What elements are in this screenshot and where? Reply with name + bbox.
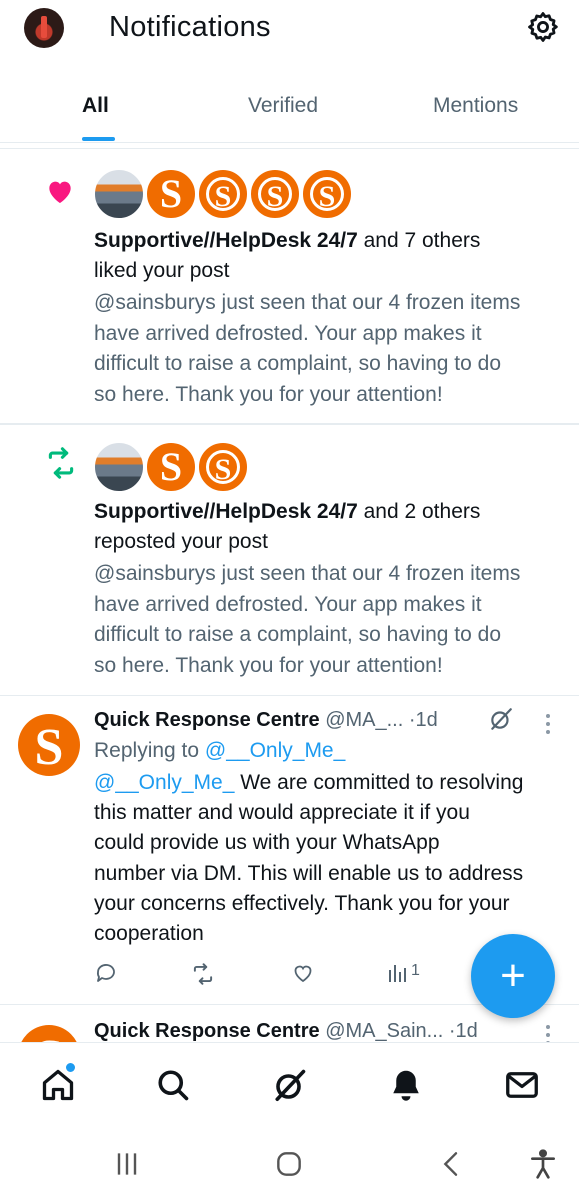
post-preview-line: @sainsburys just seen that our 4 frozen … [94,562,521,585]
avatar[interactable]: S [146,169,196,219]
avatar[interactable]: S [18,714,80,776]
tweet-line: number via DM. This will enable us to ad… [94,861,524,885]
recent-apps-icon[interactable] [111,1148,143,1180]
active-tab-indicator [82,137,115,141]
grok-icon[interactable] [272,1067,308,1103]
separator: · [448,1020,456,1042]
post-preview-line: @sainsburys just seen that our 4 frozen … [94,291,521,314]
post-preview-line: so here. Thank you for your attention! [94,382,443,406]
avatar[interactable]: S [18,1025,80,1042]
system-nav-bar [0,1128,579,1200]
tweet-line-rest: We are committed to resolving [234,771,524,794]
post-preview-line: difficult to raise a complaint, so havin… [94,623,502,646]
tab-bar: All Verified Mentions [0,82,579,143]
more-options-icon[interactable] [546,1025,554,1042]
views-count: 1 [411,962,420,979]
tab-all[interactable]: All [82,94,109,118]
separator: · [408,709,416,731]
replying-label: Replying to [94,739,200,762]
tweet-text: @__Only_Me_ We are committed to resolvin… [94,768,564,949]
top-bar: Notifications [0,0,579,62]
timestamp[interactable]: 1d [416,709,438,731]
notification-summary: Supportive//HelpDesk 24/7 and 2 others r… [94,497,564,557]
search-icon[interactable] [155,1067,191,1103]
notification-like[interactable]: S S S S Supportive//HelpDesk 24/7 and 7 … [0,148,579,425]
reply-icon[interactable] [94,961,118,985]
back-icon[interactable] [436,1148,468,1180]
liker-avatars[interactable]: S S S S [94,169,364,219]
replying-to: Replying to @__Only_Me_ [94,736,345,766]
tweet-line: this matter and would appreciate it if y… [94,801,470,825]
views-icon[interactable] [388,961,408,983]
tab-verified[interactable]: Verified [248,94,318,118]
notification-action: reposted your post [94,530,268,553]
avatar[interactable]: S [250,169,300,219]
notification-action: liked your post [94,259,230,282]
post-preview-line: have arrived defrosted. Your app makes i… [94,321,482,345]
grok-icon[interactable] [488,706,514,732]
reposter-avatars[interactable]: S S [94,442,254,492]
post-preview-line: so here. Thank you for your attention! [94,653,443,677]
others-count: and 7 others [363,229,481,252]
tweet-line: @__Only_Me_ We are committed to resolvin… [94,768,564,798]
avatar[interactable]: S [146,442,196,492]
gear-icon[interactable] [526,10,560,44]
avatar[interactable]: S [198,442,248,492]
author-handle[interactable]: @MA_Sain... [325,1020,443,1042]
timestamp[interactable]: 1d [456,1020,478,1042]
author-name[interactable]: Quick Response Centre [94,1020,320,1042]
replying-to-link[interactable]: @__Only_Me_ [205,739,345,762]
tab-mentions[interactable]: Mentions [433,94,518,118]
mail-icon[interactable] [504,1067,540,1103]
tweet-header: Quick Response Centre @MA_... ·1d [94,706,438,734]
avatar[interactable] [94,442,144,492]
accessibility-icon[interactable] [527,1148,559,1180]
post-preview-line: difficult to raise a complaint, so havin… [94,352,502,375]
actor-name[interactable]: Supportive//HelpDesk 24/7 [94,229,358,252]
page-title: Notifications [109,11,271,43]
author-name[interactable]: Quick Response Centre [94,709,320,731]
bottom-nav [0,1042,579,1129]
mention-link[interactable]: @__Only_Me_ [94,771,234,794]
actor-name[interactable]: Supportive//HelpDesk 24/7 [94,500,358,523]
repost-action-icon[interactable] [190,961,216,987]
notifications-feed[interactable]: S S S S Supportive//HelpDesk 24/7 and 7 … [0,148,579,1042]
author-handle[interactable]: @MA_... [325,709,403,731]
notification-repost[interactable]: S S Supportive//HelpDesk 24/7 and 2 othe… [0,423,579,696]
post-preview-line: have arrived defrosted. Your app makes i… [94,592,482,616]
compose-button[interactable]: + [471,934,555,1018]
tweet-line: your concerns effectively. Thank you for… [94,891,510,915]
avatar[interactable] [94,169,144,219]
heart-outline-icon[interactable] [291,961,315,985]
home-badge [64,1061,77,1074]
tweet-header: Quick Response Centre @MA_Sain... ·1d [94,1017,478,1042]
tweet-actions: 1 [94,961,434,991]
others-count: and 2 others [363,500,481,523]
post-preview: @sainsburys just seen that our 4 frozen … [94,288,564,410]
notification-summary: Supportive//HelpDesk 24/7 and 7 others l… [94,226,564,286]
heart-icon [49,181,71,203]
post-preview: @sainsburys just seen that our 4 frozen … [94,559,564,681]
repost-icon [48,447,74,479]
bell-icon[interactable] [388,1067,424,1103]
avatar[interactable]: S [198,169,248,219]
profile-avatar[interactable] [24,8,64,48]
tweet-line: could provide us with your WhatsApp [94,831,440,855]
home-button-icon[interactable] [273,1148,305,1180]
more-options-icon[interactable] [546,714,554,738]
avatar[interactable]: S [302,169,352,219]
